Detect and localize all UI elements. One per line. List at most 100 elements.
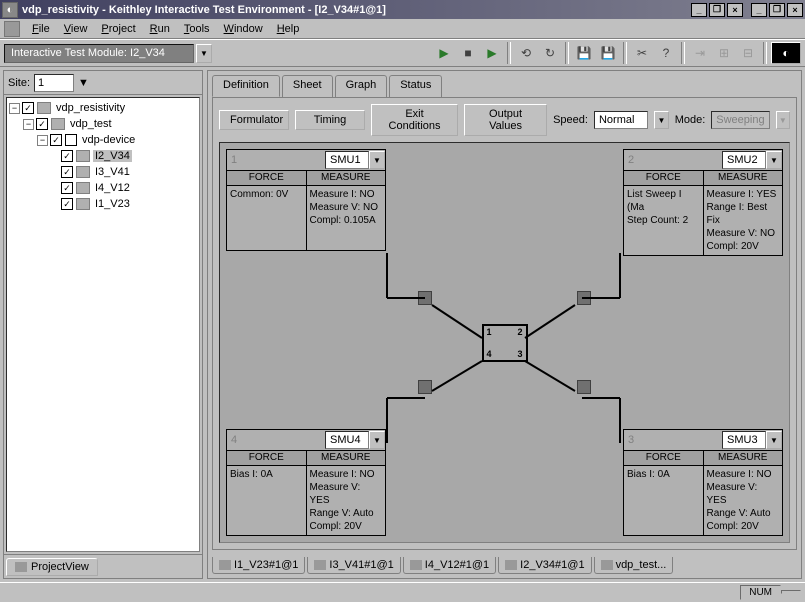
menu-bar: File View Project Run Tools Window Help <box>0 19 805 39</box>
stop-button[interactable]: ■ <box>457 42 479 64</box>
tab-status[interactable]: Status <box>389 75 442 97</box>
checkbox[interactable]: ✓ <box>50 134 62 146</box>
site-row: Site: ▼ <box>4 71 202 95</box>
tool-b-button[interactable]: ⊞ <box>713 42 735 64</box>
tree-item-i2v34[interactable]: I2_V34 <box>93 150 132 162</box>
node-4 <box>418 380 432 394</box>
test-icon <box>51 118 65 130</box>
speed-dropdown-icon[interactable]: ▼ <box>654 111 668 129</box>
smu3-select[interactable]: SMU3 <box>722 431 766 449</box>
help-button[interactable]: ? <box>655 42 677 64</box>
expand-icon[interactable]: − <box>9 103 20 114</box>
item-icon <box>76 150 90 162</box>
checkbox[interactable]: ✓ <box>61 182 73 194</box>
run-button[interactable]: ▶ <box>433 42 455 64</box>
tree-item-i4v12[interactable]: I4_V12 <box>93 182 132 194</box>
tree-test[interactable]: vdp_test <box>68 118 114 130</box>
chevron-down-icon[interactable]: ▼ <box>766 431 782 449</box>
speed-label: Speed: <box>553 114 588 126</box>
tab-sheet[interactable]: Sheet <box>282 75 333 97</box>
formulator-button[interactable]: Formulator <box>219 110 289 130</box>
toolbar: Interactive Test Module: I2_V34 ▼ ▶ ■ ▶ … <box>0 39 805 67</box>
smu1-force: Common: 0V <box>227 186 307 250</box>
site-input[interactable] <box>34 74 74 92</box>
timing-button[interactable]: Timing <box>295 110 365 130</box>
pin-2: 2 <box>517 327 522 337</box>
chevron-down-icon[interactable]: ▼ <box>766 151 782 169</box>
menu-tools[interactable]: Tools <box>178 21 216 37</box>
save-all-button[interactable]: 💾 <box>597 42 619 64</box>
node-2 <box>577 291 591 305</box>
checkbox[interactable]: ✓ <box>61 198 73 210</box>
tree-item-i1v23[interactable]: I1_V23 <box>93 198 132 210</box>
child-close-button[interactable]: × <box>787 3 803 17</box>
expand-icon[interactable]: − <box>23 119 34 130</box>
dut-box: 1 2 3 4 <box>482 324 528 362</box>
btab-i2v34[interactable]: I2_V34#1@1 <box>498 557 591 574</box>
btab-vdptest[interactable]: vdp_test... <box>594 557 674 574</box>
module-icon <box>314 560 326 570</box>
output-values-button[interactable]: Output Values <box>464 104 547 136</box>
module-icon <box>601 560 613 570</box>
save-button[interactable]: 💾 <box>573 42 595 64</box>
checkbox[interactable]: ✓ <box>36 118 48 130</box>
smu3-pin: 3 <box>624 434 644 446</box>
measure-header: MEASURE <box>307 451 386 465</box>
menu-window[interactable]: Window <box>218 21 269 37</box>
tree-item-i3v41[interactable]: I3_V41 <box>93 166 132 178</box>
btab-i1v23[interactable]: I1_V23#1@1 <box>212 557 305 574</box>
tree-device[interactable]: vdp-device <box>80 134 137 146</box>
menu-help[interactable]: Help <box>271 21 306 37</box>
smu3-measure: Measure I: NO Measure V: YES Range V: Au… <box>704 466 783 535</box>
smu1-box: 1 SMU1▼ FORCEMEASURE Common: 0VMeasure I… <box>226 149 386 251</box>
smu4-measure: Measure I: NO Measure V: YES Range V: Au… <box>307 466 386 535</box>
menu-file[interactable]: File <box>26 21 56 37</box>
child-minimize-button[interactable]: _ <box>751 3 767 17</box>
project-view-tab[interactable]: ProjectView <box>6 558 98 576</box>
minimize-button[interactable]: _ <box>691 3 707 17</box>
checkbox[interactable]: ✓ <box>61 150 73 162</box>
graph-button[interactable]: ◐ <box>771 42 801 64</box>
tab-graph[interactable]: Graph <box>335 75 388 97</box>
restore-button[interactable]: ❐ <box>709 3 725 17</box>
chevron-down-icon[interactable]: ▼ <box>369 151 385 169</box>
checkbox[interactable]: ✓ <box>22 102 34 114</box>
refresh-button[interactable]: ↻ <box>539 42 561 64</box>
status-num: NUM <box>740 585 781 600</box>
pin-4: 4 <box>487 349 492 359</box>
smu2-select[interactable]: SMU2 <box>722 151 766 169</box>
project-tree[interactable]: − ✓ vdp_resistivity − ✓ vdp_test − ✓ vdp… <box>6 97 200 552</box>
menu-view[interactable]: View <box>58 21 94 37</box>
cut-button[interactable]: ✂ <box>631 42 653 64</box>
mode-select: Sweeping <box>711 111 769 129</box>
menu-project[interactable]: Project <box>95 21 141 37</box>
btab-i3v41[interactable]: I3_V41#1@1 <box>307 557 400 574</box>
tool-a-button[interactable]: ⇥ <box>689 42 711 64</box>
module-icon <box>505 560 517 570</box>
btab-i4v12[interactable]: I4_V12#1@1 <box>403 557 496 574</box>
tree-root[interactable]: vdp_resistivity <box>54 102 127 114</box>
item-icon <box>76 166 90 178</box>
cycle-button[interactable]: ⟲ <box>515 42 537 64</box>
close-button[interactable]: × <box>727 3 743 17</box>
smu4-select[interactable]: SMU4 <box>325 431 369 449</box>
child-restore-button[interactable]: ❐ <box>769 3 785 17</box>
status-cell <box>781 590 801 594</box>
module-dropdown-button[interactable]: ▼ <box>196 44 212 63</box>
pin-3: 3 <box>517 349 522 359</box>
window-title: vdp_resistivity - Keithley Interactive T… <box>22 4 691 16</box>
checkbox[interactable]: ✓ <box>61 166 73 178</box>
module-label: Interactive Test Module: I2_V34 <box>4 44 194 63</box>
expand-icon[interactable]: − <box>37 135 48 146</box>
tool-c-button[interactable]: ⊟ <box>737 42 759 64</box>
app-icon: ◐ <box>2 2 18 18</box>
chevron-down-icon[interactable]: ▼ <box>369 431 385 449</box>
menu-run[interactable]: Run <box>144 21 176 37</box>
smu1-select[interactable]: SMU1 <box>325 151 369 169</box>
exit-conditions-button[interactable]: Exit Conditions <box>371 104 458 136</box>
tab-definition[interactable]: Definition <box>212 75 280 97</box>
smu4-force: Bias I: 0A <box>227 466 307 535</box>
speed-select[interactable]: Normal <box>594 111 648 129</box>
site-dropdown[interactable]: ▼ <box>78 77 89 89</box>
run-loop-button[interactable]: ▶ <box>481 42 503 64</box>
